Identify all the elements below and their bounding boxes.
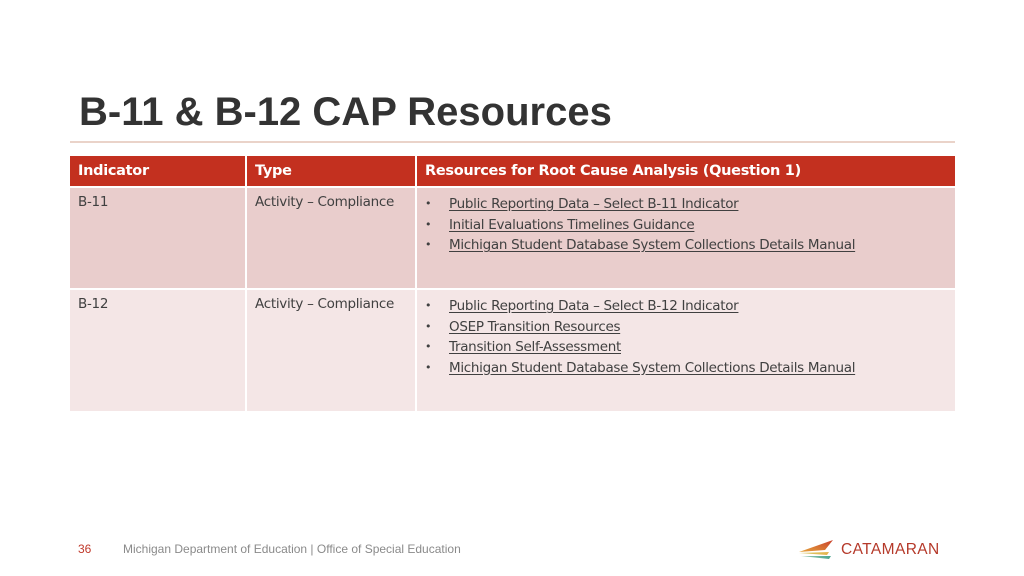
list-item: • Initial Evaluations Timelines Guidance — [425, 215, 955, 236]
catamaran-sail-logo-icon — [799, 540, 833, 559]
list-item: • Public Reporting Data – Select B-11 In… — [425, 194, 955, 215]
table-row: B-12 Activity – Compliance • Public Repo… — [70, 289, 955, 413]
list-item: • Michigan Student Database System Colle… — [425, 358, 955, 379]
bullet-icon: • — [425, 217, 432, 231]
resource-link[interactable]: Initial Evaluations Timelines Guidance — [449, 217, 695, 233]
indicator-cell: B-11 — [70, 187, 247, 290]
bullet-icon: • — [425, 299, 432, 312]
resource-link[interactable]: Public Reporting Data – Select B-12 Indi… — [449, 298, 739, 314]
resource-link[interactable]: OSEP Transition Resources — [449, 319, 620, 335]
slide-title: B-11 & B-12 CAP Resources — [79, 90, 612, 134]
page-number: 36 — [78, 542, 92, 556]
bullet-icon: • — [425, 319, 432, 333]
header-type: Type — [246, 156, 417, 188]
resource-list: • Public Reporting Data – Select B-12 In… — [425, 296, 955, 378]
list-item: • Transition Self-Assessment — [425, 337, 955, 358]
logo-wordmark: CATAMARAN — [841, 541, 940, 558]
list-item: • Public Reporting Data – Select B-12 In… — [425, 296, 955, 317]
resources-cell: • Public Reporting Data – Select B-12 In… — [416, 289, 955, 413]
title-divider — [70, 141, 955, 143]
resource-link[interactable]: Transition Self-Assessment — [449, 339, 621, 355]
type-cell: Activity – Compliance — [246, 187, 417, 290]
catamaran-logo: CATAMARAN — [797, 538, 957, 562]
resource-link[interactable]: Michigan Student Database System Collect… — [449, 237, 855, 253]
list-item: • Michigan Student Database System Colle… — [425, 235, 955, 256]
footer-text: Michigan Department of Education | Offic… — [123, 542, 461, 556]
list-item: • OSEP Transition Resources — [425, 317, 955, 338]
resource-link[interactable]: Public Reporting Data – Select B-11 Indi… — [449, 196, 739, 212]
table-row: B-11 Activity – Compliance • Public Repo… — [70, 187, 955, 290]
header-resources: Resources for Root Cause Analysis (Quest… — [416, 156, 955, 188]
type-cell: Activity – Compliance — [246, 289, 417, 413]
table-header-row: Indicator Type Resources for Root Cause … — [70, 156, 955, 188]
resources-table: Indicator Type Resources for Root Cause … — [70, 156, 955, 413]
resource-link[interactable]: Michigan Student Database System Collect… — [449, 360, 855, 376]
bullet-icon: • — [425, 238, 432, 251]
resources-cell: • Public Reporting Data – Select B-11 In… — [416, 187, 955, 290]
bullet-icon: • — [425, 360, 432, 374]
resource-list: • Public Reporting Data – Select B-11 In… — [425, 194, 955, 256]
indicator-cell: B-12 — [70, 289, 247, 413]
bullet-icon: • — [425, 340, 432, 353]
bullet-icon: • — [425, 197, 432, 210]
header-indicator: Indicator — [70, 156, 247, 188]
